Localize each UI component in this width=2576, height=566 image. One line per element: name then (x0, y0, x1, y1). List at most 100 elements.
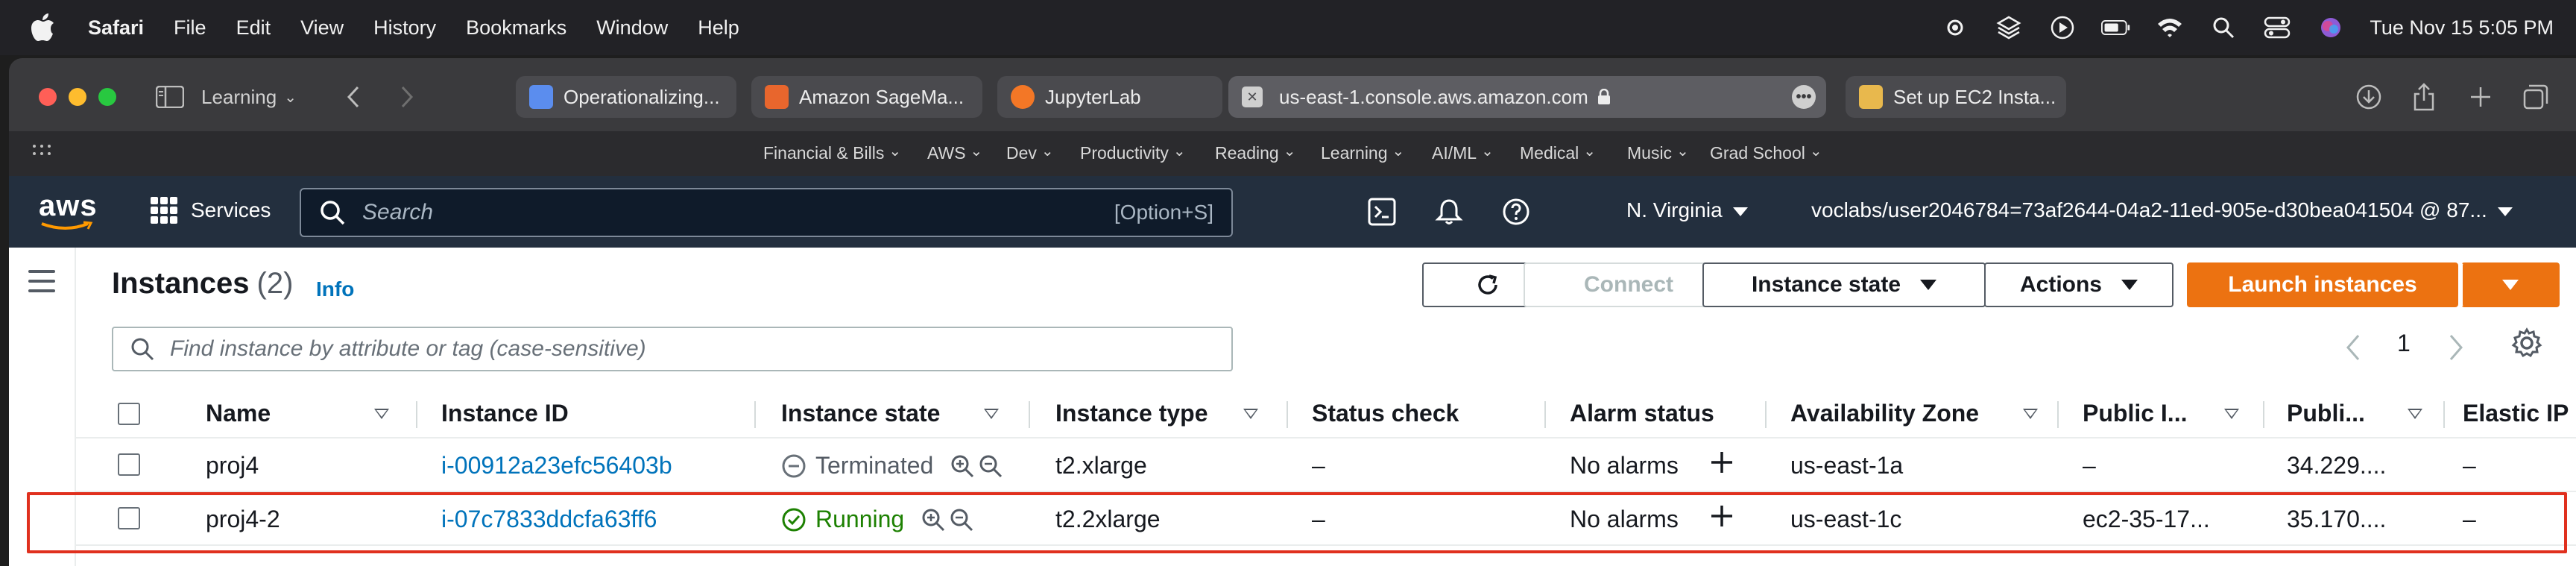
column-divider[interactable] (2443, 401, 2445, 428)
control-center-icon[interactable] (2262, 13, 2292, 43)
column-availability-zone[interactable]: Availability Zone (1790, 400, 1979, 427)
previous-page-icon[interactable] (2342, 333, 2364, 362)
column-alarm-status[interactable]: Alarm status (1570, 400, 1714, 427)
bookmark-reading[interactable]: Reading (1215, 143, 1295, 163)
instance-id-link[interactable]: i-00912a23efc56403b (441, 452, 672, 479)
close-window-button[interactable] (39, 88, 57, 106)
close-tab-icon[interactable]: ✕ (1242, 87, 1263, 107)
zoom-out-icon[interactable] (978, 453, 1003, 479)
column-instance-state[interactable]: Instance state (781, 400, 940, 427)
services-menu[interactable]: Services (151, 197, 271, 224)
column-divider[interactable] (416, 401, 417, 428)
sort-icon[interactable] (2224, 409, 2239, 419)
launch-instances-button[interactable]: Launch instances (2187, 262, 2458, 307)
menu-help[interactable]: Help (698, 16, 739, 40)
menu-safari[interactable]: Safari (88, 16, 144, 40)
notifications-bell-icon[interactable] (1433, 195, 1465, 228)
wifi-icon[interactable] (2155, 13, 2185, 43)
eye-icon[interactable] (1940, 13, 1970, 43)
bookmark-financial[interactable]: Financial & Bills (763, 143, 901, 163)
tab-sagemaker[interactable]: Amazon SageMa... (751, 76, 982, 118)
menu-window[interactable]: Window (596, 16, 668, 40)
menu-bookmarks[interactable]: Bookmarks (466, 16, 566, 40)
column-status-check[interactable]: Status check (1312, 400, 1459, 427)
row-checkbox[interactable] (118, 453, 140, 476)
bookmark-medical[interactable]: Medical (1520, 143, 1596, 163)
region-selector[interactable]: N. Virginia (1626, 198, 1748, 222)
column-divider[interactable] (754, 401, 756, 428)
aws-logo[interactable]: aws (39, 191, 98, 233)
column-instance-id[interactable]: Instance ID (441, 400, 569, 427)
table-row[interactable]: proj4 i-00912a23efc56403b Terminated t2.… (76, 438, 2576, 492)
grid-icon[interactable] (31, 143, 52, 164)
layers-icon[interactable] (1994, 13, 2024, 43)
menu-history[interactable]: History (373, 16, 436, 40)
menu-clock[interactable]: Tue Nov 15 5:05 PM (2370, 16, 2554, 40)
column-public-ip[interactable]: Publi... (2287, 400, 2365, 427)
tab-title: JupyterLab (1045, 85, 1141, 108)
menu-file[interactable]: File (174, 16, 206, 40)
select-all-checkbox[interactable] (118, 403, 140, 425)
tab-group-selector[interactable]: Learning ⌄ (201, 81, 297, 113)
apple-icon[interactable] (24, 8, 63, 47)
add-alarm-icon[interactable] (1707, 447, 1737, 477)
column-divider[interactable] (2057, 401, 2059, 428)
tab-jupyterlab[interactable]: JupyterLab (997, 76, 1222, 118)
launch-dropdown-button[interactable] (2461, 262, 2560, 307)
battery-icon[interactable] (2101, 13, 2131, 43)
bookmark-productivity[interactable]: Productivity (1080, 143, 1186, 163)
preferences-gear-icon[interactable] (2510, 327, 2543, 359)
column-divider[interactable] (2263, 401, 2264, 428)
downloads-icon[interactable] (2354, 82, 2384, 112)
new-tab-icon[interactable] (2466, 82, 2496, 112)
menu-edit[interactable]: Edit (236, 16, 271, 40)
menu-view[interactable]: View (300, 16, 344, 40)
column-elastic-ip[interactable]: Elastic IP (2463, 400, 2569, 427)
play-icon[interactable] (2048, 13, 2077, 43)
zoom-in-icon[interactable] (950, 453, 975, 479)
minimize-window-button[interactable] (69, 88, 86, 106)
bookmark-learning[interactable]: Learning (1321, 143, 1404, 163)
info-link[interactable]: Info (316, 277, 354, 301)
back-arrow-icon[interactable] (338, 82, 368, 112)
column-divider[interactable] (1287, 401, 1288, 428)
spotlight-search-icon[interactable] (2209, 13, 2238, 43)
tab-aws-console[interactable]: ✕ us-east-1.console.aws.amazon.com ••• (1228, 76, 1826, 118)
column-divider[interactable] (1544, 401, 1546, 428)
column-instance-type[interactable]: Instance type (1055, 400, 1208, 427)
sort-icon[interactable] (2408, 409, 2422, 419)
tab-ec2-setup[interactable]: Set up EC2 Insta... (1846, 76, 2066, 118)
sidebar-toggle-icon[interactable] (155, 82, 185, 112)
more-options-icon[interactable]: ••• (1792, 85, 1816, 109)
tab-operationalizing[interactable]: Operationalizing... (516, 76, 736, 118)
actions-button[interactable]: Actions (1984, 262, 2174, 307)
forward-arrow-icon[interactable] (392, 82, 422, 112)
bookmark-grad-school[interactable]: Grad School (1710, 143, 1822, 163)
instance-state-button[interactable]: Instance state (1702, 262, 1986, 307)
sort-icon[interactable] (374, 409, 389, 419)
address-bar-url[interactable]: us-east-1.console.aws.amazon.com (1279, 86, 1588, 109)
bookmark-aws[interactable]: AWS (927, 143, 982, 163)
sort-icon[interactable] (2023, 409, 2038, 419)
column-public-dns[interactable]: Public I... (2083, 400, 2187, 427)
tab-overview-icon[interactable] (2521, 82, 2551, 112)
account-menu[interactable]: voclabs/user2046784=73af2644-04a2-11ed-9… (1811, 198, 2513, 222)
zoom-window-button[interactable] (98, 88, 116, 106)
bookmark-music[interactable]: Music (1627, 143, 1689, 163)
share-icon[interactable] (2409, 82, 2439, 112)
help-icon[interactable] (1500, 195, 1532, 228)
cloudshell-icon[interactable] (1366, 195, 1398, 228)
column-name[interactable]: Name (206, 400, 271, 427)
instance-filter-input[interactable]: Find instance by attribute or tag (case-… (112, 327, 1233, 371)
siri-icon[interactable] (2316, 13, 2346, 43)
bookmark-dev[interactable]: Dev (1006, 143, 1054, 163)
bookmark-aiml[interactable]: AI/ML (1432, 143, 1494, 163)
menu-hamburger-icon[interactable] (28, 270, 55, 294)
column-divider[interactable] (1765, 401, 1767, 428)
page-number[interactable]: 1 (2397, 330, 2411, 357)
next-page-icon[interactable] (2445, 333, 2467, 362)
aws-search-input[interactable]: Search [Option+S] (300, 188, 1233, 237)
sort-icon[interactable] (984, 409, 999, 419)
column-divider[interactable] (1029, 401, 1030, 428)
sort-icon[interactable] (1243, 409, 1258, 419)
